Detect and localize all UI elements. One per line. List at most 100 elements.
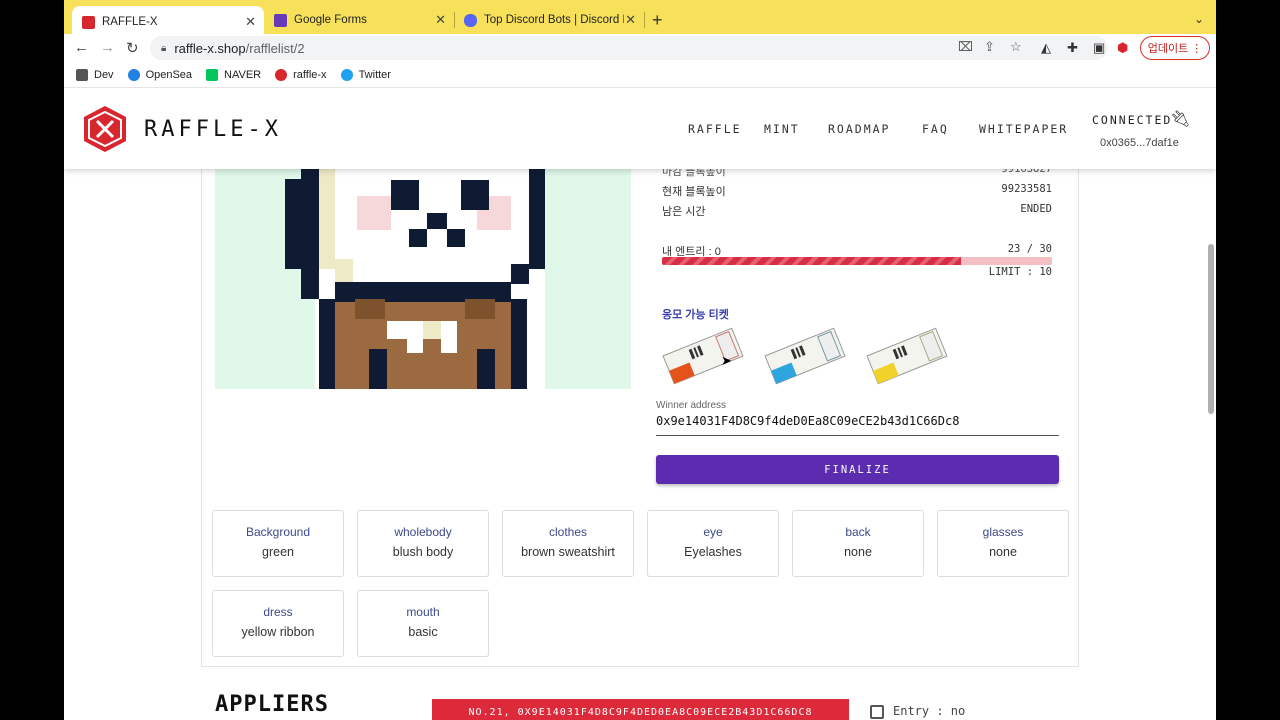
naver-icon <box>206 68 219 81</box>
trait-key: clothes <box>548 525 588 539</box>
extensions-puzzle-icon[interactable]: ✚ <box>1067 40 1078 56</box>
available-tickets-title: 응모 가능 티켓 <box>662 309 729 321</box>
trait-key: back <box>845 525 871 539</box>
bookmark-naver[interactable]: NAVER <box>206 68 262 81</box>
entry-checkbox[interactable] <box>870 705 884 719</box>
raffle-x-favicon-icon <box>82 15 95 29</box>
trait-value: Eyelashes <box>684 545 742 559</box>
tab-separator <box>644 12 645 28</box>
connected-label[interactable]: CONNECTED <box>1092 113 1172 127</box>
limit-value: LIMIT : 10 <box>988 266 1052 278</box>
site-viewport: RAFFLE-X RAFFLE MINT ROADMAP FAQ WHITEPA… <box>64 89 1216 720</box>
entry-label: Entry : no <box>893 704 966 718</box>
new-tab-plus-icon[interactable]: + <box>652 10 663 31</box>
close-icon[interactable]: ✕ <box>435 12 446 28</box>
trait-key: Background <box>245 525 311 539</box>
trait-value: green <box>262 545 294 559</box>
bookmark-label: Twitter <box>358 68 391 81</box>
limit-row: LIMIT : 10 <box>662 266 1052 278</box>
forward-arrow-icon[interactable]: → <box>100 39 115 56</box>
remaining-time-row: 남은 시간 ENDED <box>662 203 1052 219</box>
twitter-icon <box>340 68 353 81</box>
bookmark-label: raffle-x <box>293 68 327 81</box>
trait-back: back none <box>792 510 924 577</box>
discord-favicon-icon <box>464 13 477 27</box>
wallet-address: 0x0365...7daf1e <box>1100 137 1179 149</box>
trait-key: wholebody <box>394 525 452 539</box>
current-block-row: 현재 블록높이 99233581 <box>662 183 1052 199</box>
tab-title: Top Discord Bots | Discord Bot <box>484 14 624 26</box>
trait-clothes: clothes brown sweatshirt <box>502 510 634 577</box>
trait-wholebody: wholebody blush body <box>357 510 489 577</box>
nav-mint[interactable]: MINT <box>764 122 800 136</box>
reload-icon[interactable]: ↻ <box>126 39 139 57</box>
folder-icon <box>76 68 88 81</box>
winner-address-field[interactable]: 0x9e14031F4D8C9f4deD0Ea8C09eCE2b43d1C66D… <box>656 414 1059 436</box>
trait-key: mouth <box>406 605 440 619</box>
bookmark-label: Dev <box>94 68 114 81</box>
browser-window: RAFFLE-X ✕ Google Forms ✕ Top Discord Bo… <box>64 0 1216 720</box>
trait-glasses: glasses none <box>937 510 1069 577</box>
plug-icon[interactable]: 🔌︎ <box>1170 109 1190 129</box>
trait-value: basic <box>408 625 438 639</box>
raffle-x-icon <box>275 68 288 81</box>
trait-mouth: mouth basic <box>357 590 489 657</box>
logo-text[interactable]: RAFFLE-X <box>144 117 282 142</box>
tab-discord-bots[interactable]: Top Discord Bots | Discord Bot ✕ <box>454 6 644 34</box>
entries-progress-bar <box>662 257 1052 265</box>
finalize-button[interactable]: FINALIZE <box>656 455 1059 484</box>
back-arrow-icon[interactable]: ← <box>74 39 89 56</box>
applier-banner: NO.21, 0X9E14031F4D8C9F4DED0EA8C09ECE2B4… <box>432 699 849 720</box>
trait-value: brown sweatshirt <box>521 545 615 559</box>
update-button[interactable]: 업데이트 ⋮ <box>1140 36 1210 60</box>
nav-roadmap[interactable]: ROADMAP <box>828 122 890 136</box>
url-text: raffle-x.shop/rafflelist/2 <box>174 41 304 56</box>
tab-title: RAFFLE-X <box>102 16 158 28</box>
row-label: 현재 블록높이 <box>662 186 726 198</box>
trait-key: glasses <box>982 525 1024 539</box>
row-value: ENDED <box>1020 203 1052 215</box>
bookmark-label: NAVER <box>224 68 262 81</box>
tab-search-chevron-down-icon[interactable]: ⌄ <box>1194 12 1204 26</box>
bookmark-raffle-x[interactable]: raffle-x <box>275 68 327 81</box>
translate-icon[interactable]: ⌧ <box>958 39 973 55</box>
ticket-blue-icon[interactable] <box>764 327 846 385</box>
mouse-cursor-icon: ➤ <box>721 353 732 368</box>
ticket-yellow-icon[interactable] <box>866 327 948 385</box>
bookmarks-bar: Dev OpenSea NAVER raffle-x Twitter <box>64 62 1216 88</box>
trait-value: yellow ribbon <box>241 625 315 639</box>
bookmark-dev[interactable]: Dev <box>76 68 114 81</box>
lock-icon: 🔒︎ <box>161 42 167 54</box>
site-header: RAFFLE-X RAFFLE MINT ROADMAP FAQ WHITEPA… <box>64 89 1216 169</box>
browser-toolbar: ← → ↻ 🔒︎ raffle-x.shop/rafflelist/2 ⌧ ⇪ … <box>64 34 1216 62</box>
extension-a-icon[interactable]: ◭ <box>1041 40 1051 56</box>
bookmark-twitter[interactable]: Twitter <box>340 68 391 81</box>
side-panel-icon[interactable]: ▣ <box>1093 40 1105 56</box>
profile-avatar-icon[interactable]: ⬢ <box>1117 40 1128 56</box>
trait-key: dress <box>263 605 293 619</box>
trait-eye: eye Eyelashes <box>647 510 779 577</box>
trait-dress: dress yellow ribbon <box>212 590 344 657</box>
bookmark-opensea[interactable]: OpenSea <box>127 68 193 81</box>
trait-value: none <box>844 545 872 559</box>
trait-background: Background green <box>212 510 344 577</box>
nav-whitepaper[interactable]: WHITEPAPER <box>979 122 1068 136</box>
trait-value: none <box>989 545 1017 559</box>
nav-raffle[interactable]: RAFFLE <box>688 122 742 136</box>
opensea-icon <box>127 68 140 81</box>
update-label: 업데이트 <box>1147 43 1189 55</box>
tab-title: Google Forms <box>294 14 367 26</box>
nav-faq[interactable]: FAQ <box>922 122 949 136</box>
page-scrollbar[interactable] <box>1208 244 1214 414</box>
bookmark-star-icon[interactable]: ☆ <box>1010 39 1022 55</box>
entries-progress-fill <box>662 257 962 265</box>
raffle-x-logo-icon[interactable] <box>82 105 128 153</box>
row-value: 99233581 <box>1001 183 1052 195</box>
close-icon[interactable]: ✕ <box>245 14 256 30</box>
close-icon[interactable]: ✕ <box>625 12 636 28</box>
tab-google-forms[interactable]: Google Forms ✕ <box>264 6 454 34</box>
row-label: 남은 시간 <box>662 206 706 218</box>
bookmark-label: OpenSea <box>145 68 193 81</box>
trait-value: blush body <box>392 545 454 559</box>
share-icon[interactable]: ⇪ <box>984 39 995 55</box>
